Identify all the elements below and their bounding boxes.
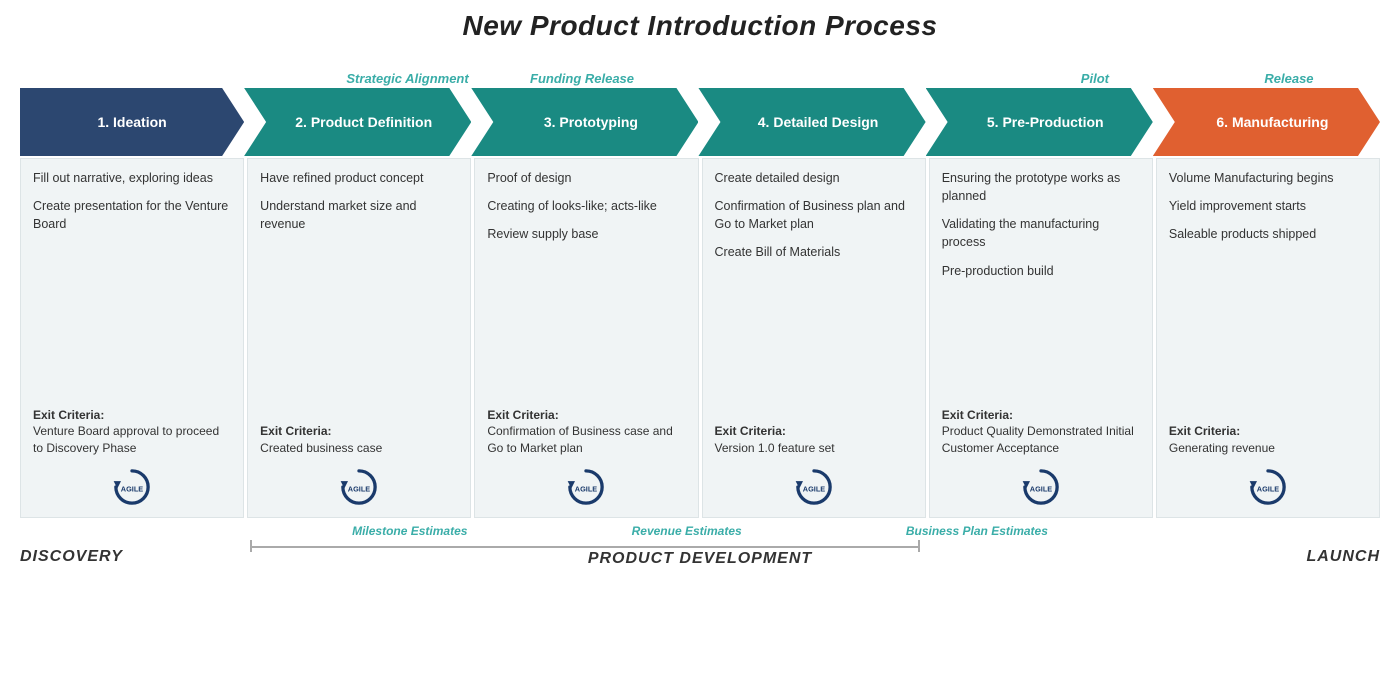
svg-text:AGILE: AGILE bbox=[121, 484, 144, 493]
page-title: New Product Introduction Process bbox=[20, 10, 1380, 42]
card-item: Review supply base bbox=[487, 225, 685, 243]
svg-text:AGILE: AGILE bbox=[575, 484, 598, 493]
exit-criteria: Exit Criteria: Product Quality Demonstra… bbox=[942, 407, 1140, 457]
card-item: Proof of design bbox=[487, 169, 685, 187]
milestone-label-3: Business Plan Estimates bbox=[906, 524, 1048, 538]
exit-criteria: Exit Criteria: Generating revenue bbox=[1169, 423, 1367, 457]
milestone-label-1: Milestone Estimates bbox=[352, 524, 467, 538]
card-ideation: Fill out narrative, exploring ideas Crea… bbox=[20, 158, 244, 518]
card-preproduction: Ensuring the prototype works as planned … bbox=[929, 158, 1153, 518]
card-item: Ensuring the prototype works as planned bbox=[942, 169, 1140, 205]
card-item: Volume Manufacturing begins bbox=[1169, 169, 1367, 187]
exit-criteria: Exit Criteria: Confirmation of Business … bbox=[487, 407, 685, 457]
card-detailed: Create detailed design Confirmation of B… bbox=[702, 158, 926, 518]
svg-text:AGILE: AGILE bbox=[802, 484, 825, 493]
svg-text:AGILE: AGILE bbox=[1030, 484, 1053, 493]
card-item: Yield improvement starts bbox=[1169, 197, 1367, 215]
svg-text:AGILE: AGILE bbox=[348, 484, 371, 493]
card-definition: Have refined product concept Understand … bbox=[247, 158, 471, 518]
card-item: Confirmation of Business plan and Go to … bbox=[715, 197, 913, 233]
phase-ideation: 1. Ideation bbox=[20, 88, 244, 156]
card-item: Saleable products shipped bbox=[1169, 225, 1367, 243]
card-item: Have refined product concept bbox=[260, 169, 458, 187]
product-dev-label: PRODUCT DEVELOPMENT bbox=[588, 550, 812, 568]
card-item: Validating the manufacturing process bbox=[942, 215, 1140, 251]
exit-criteria: Exit Criteria: Created business case bbox=[260, 423, 458, 457]
card-item: Creating of looks-like; acts-like bbox=[487, 197, 685, 215]
card-item: Create detailed design bbox=[715, 169, 913, 187]
phase-detailed: 4. Detailed Design bbox=[698, 88, 925, 156]
page-container: { "title": "New Product Introduction Pro… bbox=[0, 0, 1400, 673]
phase-preproduction: 5. Pre-Production bbox=[926, 88, 1153, 156]
svg-text:AGILE: AGILE bbox=[1257, 484, 1280, 493]
phase-prototyping: 3. Prototyping bbox=[471, 88, 698, 156]
launch-label: LAUNCH bbox=[1306, 548, 1380, 566]
agile-icon: AGILE bbox=[487, 465, 685, 509]
phases-row: 1. Ideation 2. Product Definition 3. Pro… bbox=[20, 88, 1380, 156]
phase-manufacturing: 6. Manufacturing bbox=[1153, 88, 1380, 156]
agile-icon: AGILE bbox=[942, 465, 1140, 509]
gate-label-pilot: Pilot bbox=[1081, 71, 1109, 86]
exit-criteria: Exit Criteria: Venture Board approval to… bbox=[33, 407, 231, 457]
agile-icon: AGILE bbox=[715, 465, 913, 509]
gate-label-strategic: Strategic Alignment bbox=[346, 71, 468, 86]
milestone-label-2: Revenue Estimates bbox=[632, 524, 742, 538]
gate-label-funding: Funding Release bbox=[530, 71, 634, 86]
gate-label-release: Release bbox=[1264, 71, 1313, 86]
card-item: Create Bill of Materials bbox=[715, 243, 913, 261]
card-prototyping: Proof of design Creating of looks-like; … bbox=[474, 158, 698, 518]
gate-labels-row: Strategic Alignment Funding Release Pilo… bbox=[20, 50, 1380, 86]
agile-icon: AGILE bbox=[260, 465, 458, 509]
agile-icon: AGILE bbox=[33, 465, 231, 509]
card-manufacturing: Volume Manufacturing begins Yield improv… bbox=[1156, 158, 1380, 518]
cards-row: Fill out narrative, exploring ideas Crea… bbox=[20, 158, 1380, 518]
card-item: Fill out narrative, exploring ideas bbox=[33, 169, 231, 187]
card-item: Pre-production build bbox=[942, 262, 1140, 280]
card-item: Create presentation for the Venture Boar… bbox=[33, 197, 231, 233]
exit-criteria: Exit Criteria: Version 1.0 feature set bbox=[715, 423, 913, 457]
agile-icon: AGILE bbox=[1169, 465, 1367, 509]
discovery-label: DISCOVERY bbox=[20, 548, 123, 566]
card-item: Understand market size and revenue bbox=[260, 197, 458, 233]
phase-definition: 2. Product Definition bbox=[244, 88, 471, 156]
